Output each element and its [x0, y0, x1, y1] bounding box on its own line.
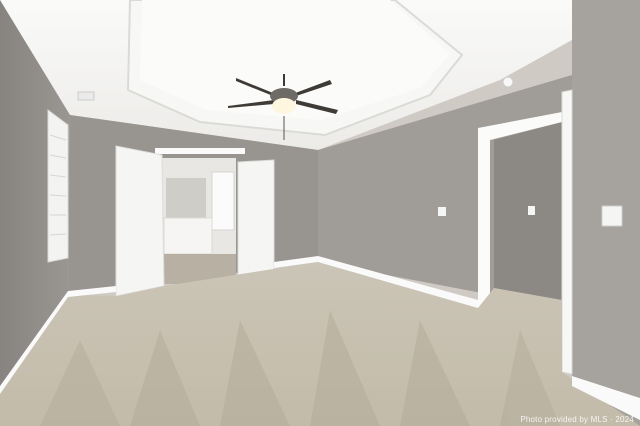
watermark-text: Photo provided by MLS · 2024 [520, 415, 634, 424]
ceiling-vent [77, 91, 95, 101]
bathroom-window [211, 171, 235, 231]
light-switch [601, 205, 623, 227]
bathroom-vanity [163, 217, 213, 255]
left-door [115, 145, 165, 297]
bedroom-photo: Photo provided by MLS · 2024 [0, 0, 640, 426]
bedroom-scene [0, 0, 640, 426]
bath-door-frame [155, 148, 245, 154]
smoke-detector [502, 76, 514, 88]
left-window [47, 109, 69, 263]
bathroom-mirror [166, 178, 206, 218]
right-door [237, 159, 275, 277]
closet-switch [528, 206, 535, 215]
closet-door [561, 89, 573, 375]
wall-outlet [438, 207, 446, 216]
